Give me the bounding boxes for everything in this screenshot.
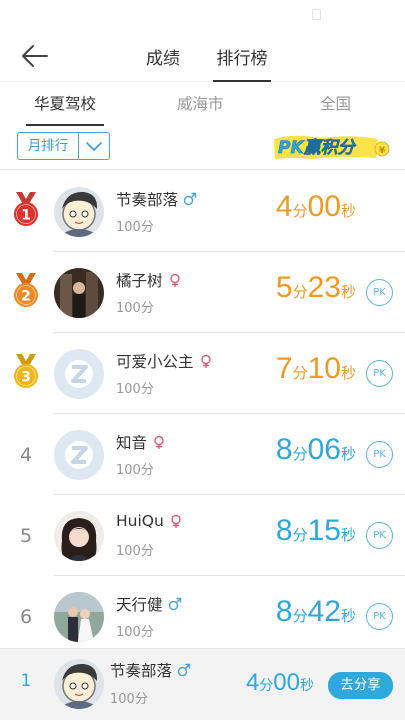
scope-tabs: 华夏驾校 威海市 全国 <box>0 82 405 126</box>
status-icon <box>312 9 321 20</box>
elapsed-time: 5分23秒 <box>275 271 356 304</box>
elapsed-time: 8分15秒 <box>275 514 356 547</box>
back-arrow-icon <box>22 45 48 67</box>
pk-button[interactable]: PK <box>366 360 393 387</box>
tab-scores[interactable]: 成绩 <box>140 44 186 82</box>
chevron-down-icon <box>79 133 109 159</box>
svg-text:¥: ¥ <box>379 146 386 156</box>
elapsed-time: 8分06秒 <box>275 433 356 466</box>
leaderboard-row[interactable]: 6 天行健 100分 8分42秒 PK <box>0 576 405 657</box>
leaderboard-row[interactable]: 4 知音 100分 8分06秒 PK <box>0 414 405 495</box>
pk-button[interactable]: PK <box>366 441 393 468</box>
my-rank-bar: 1 节奏部落 100分 4分00秒 去分享 <box>0 648 405 720</box>
elapsed-time: 7分10秒 <box>275 352 356 385</box>
tab-school[interactable]: 华夏驾校 <box>25 92 105 126</box>
tab-leaderboard[interactable]: 排行榜 <box>211 44 273 82</box>
filter-row: 月排行 PK赢积分 ¥ <box>0 126 405 170</box>
tab-national[interactable]: 全国 <box>320 92 351 126</box>
pk-banner-graphic: PK赢积分 ¥ <box>274 135 390 159</box>
top-nav: 成绩 排行榜 <box>0 32 405 82</box>
pk-button[interactable]: PK <box>366 522 393 549</box>
leaderboard-row[interactable]: 2 橘子树 100分 5分23秒 PK <box>0 252 405 333</box>
elapsed-time: 8分42秒 <box>275 595 356 628</box>
pk-win-points-banner[interactable]: PK赢积分 ¥ <box>272 131 390 161</box>
leaderboard-row[interactable]: 1 节奏部落 100分 4分00秒 <box>0 171 405 252</box>
status-bar <box>0 0 405 32</box>
pk-button[interactable]: PK <box>366 603 393 630</box>
my-elapsed-time: 4分00秒 <box>245 669 314 696</box>
period-select-value: 月排行 <box>18 133 79 159</box>
tab-city[interactable]: 威海市 <box>177 92 224 126</box>
svg-text:PK赢积分: PK赢积分 <box>278 138 357 158</box>
leaderboard-row[interactable]: 3 可爱小公主 100分 7分10秒 PK <box>0 333 405 414</box>
pk-button[interactable]: PK <box>366 279 393 306</box>
back-button[interactable] <box>18 41 50 71</box>
period-select[interactable]: 月排行 <box>17 132 110 160</box>
elapsed-time: 4分00秒 <box>275 190 356 223</box>
leaderboard-row[interactable]: 5 HuiQu 100分 8分15秒 PK <box>0 495 405 576</box>
share-button[interactable]: 去分享 <box>328 672 393 699</box>
